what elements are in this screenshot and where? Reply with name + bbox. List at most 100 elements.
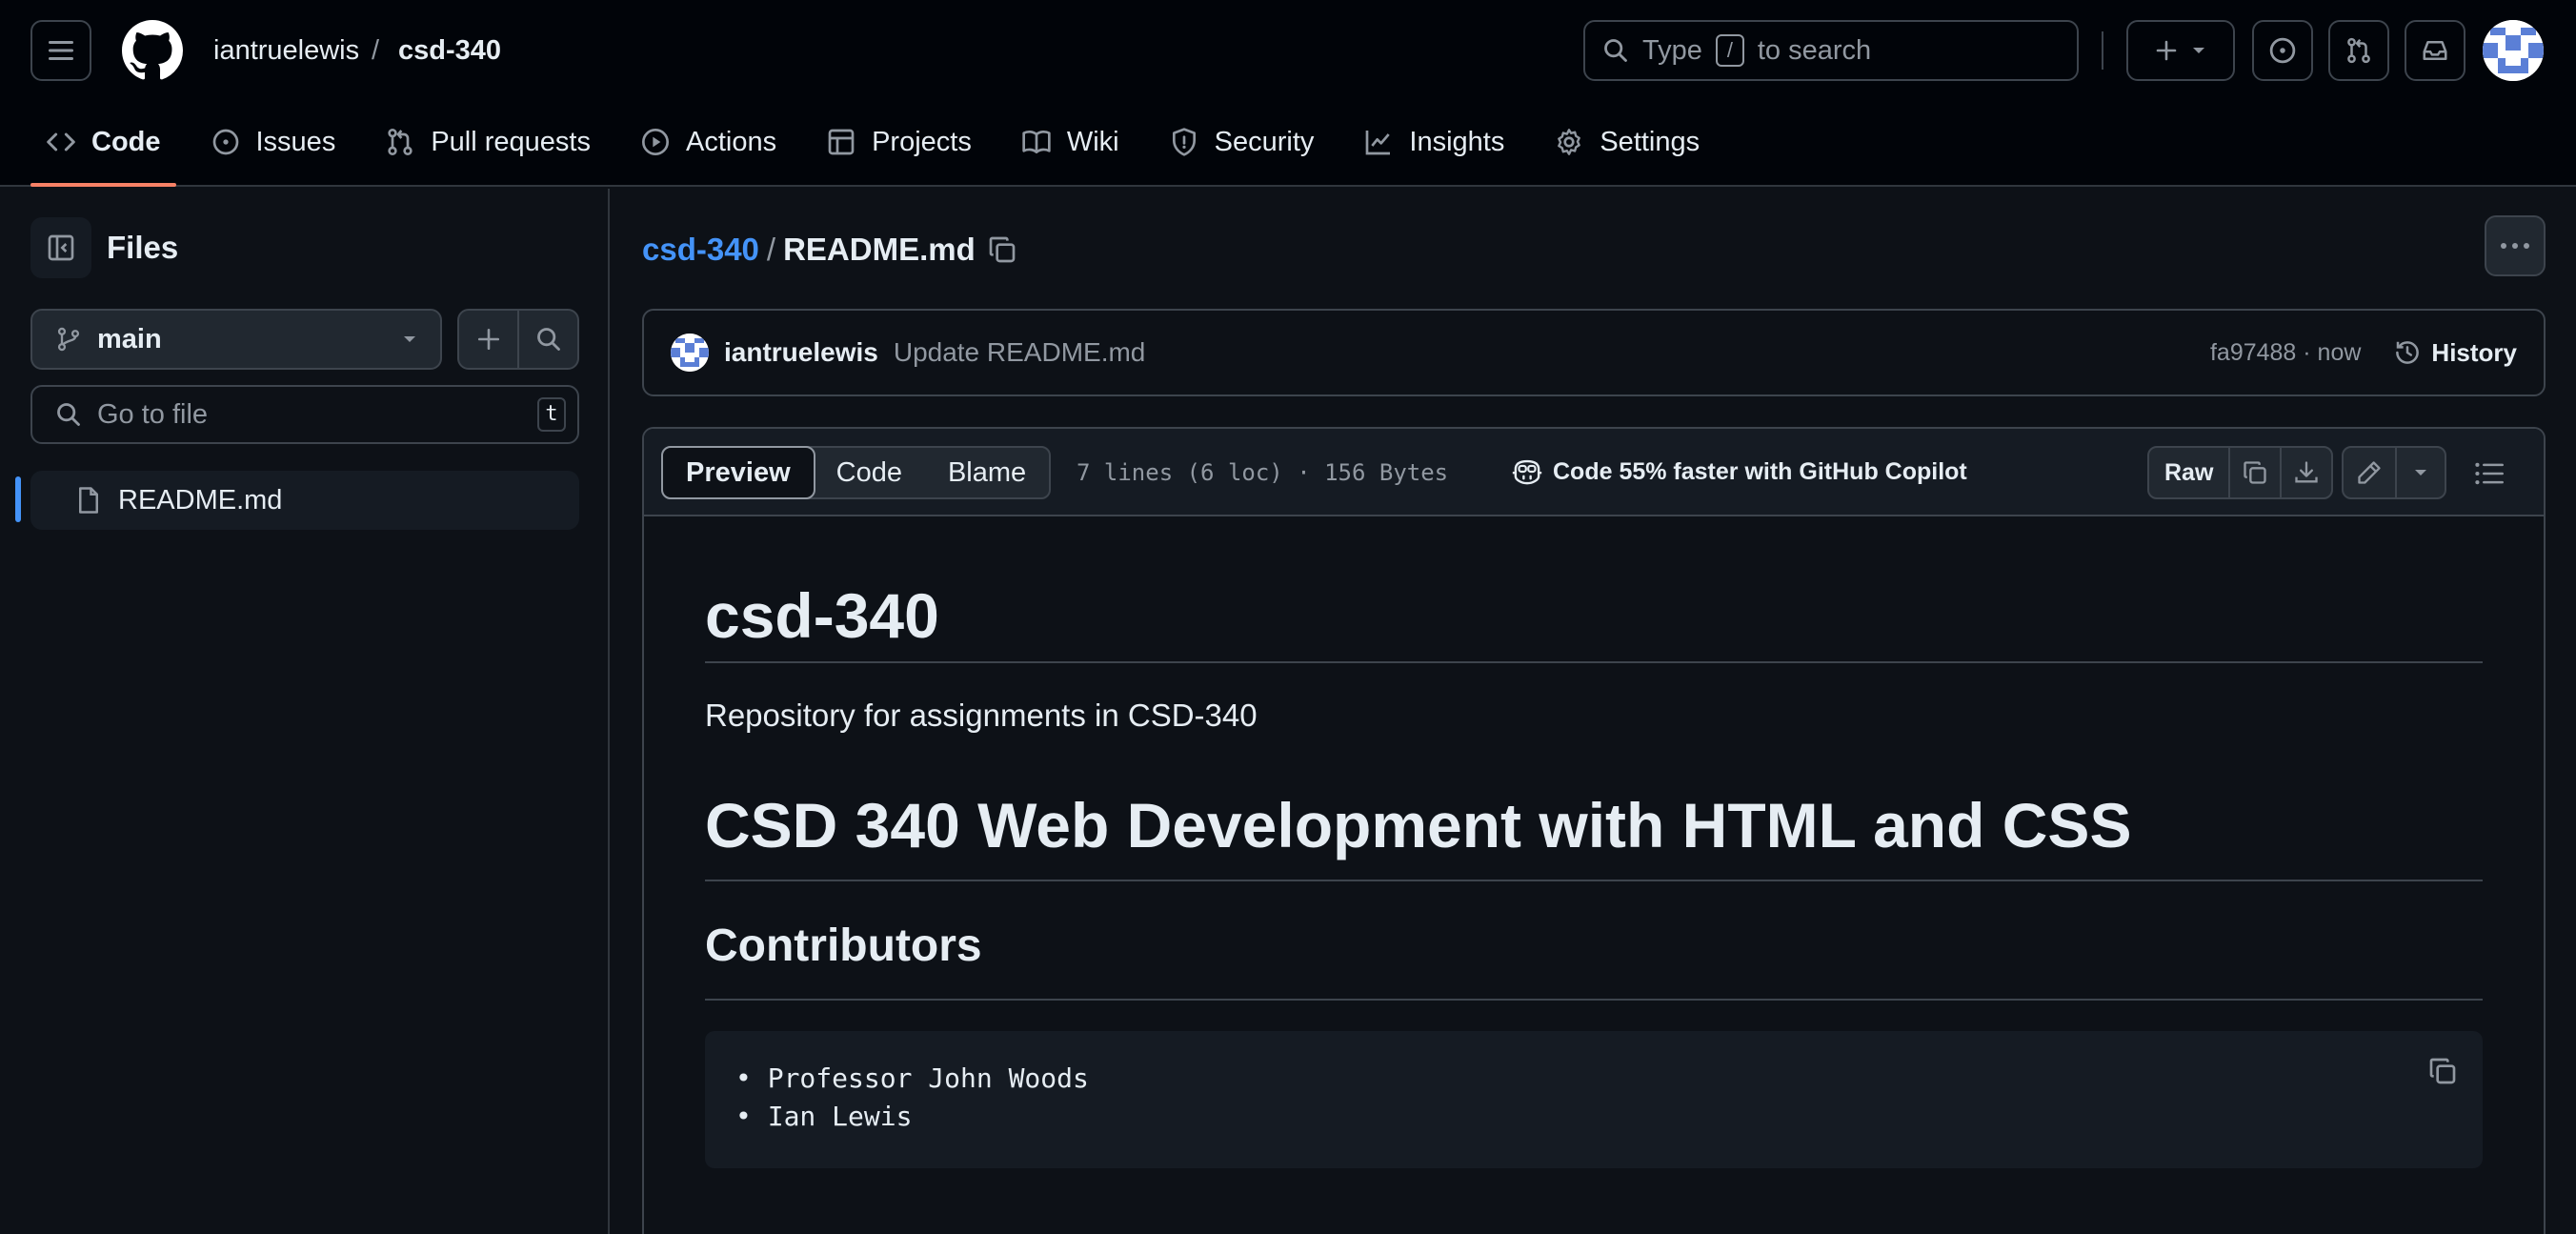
tab-blame[interactable]: Blame — [925, 448, 1049, 497]
breadcrumb-file-name: README.md — [783, 232, 976, 267]
file-tree-item[interactable]: README.md — [30, 471, 579, 530]
github-logo-icon[interactable] — [122, 20, 183, 81]
copy-icon — [2429, 1058, 2456, 1084]
copy-icon — [989, 236, 1016, 263]
search-icon — [1604, 39, 1627, 62]
heading-divider — [705, 999, 2483, 1001]
file-toolbar: Preview Code Blame 7 lines (6 loc) · 156… — [644, 429, 2544, 516]
plus-icon — [477, 328, 499, 351]
tab-projects-label: Projects — [872, 126, 972, 157]
collapse-sidebar-button[interactable] — [30, 217, 91, 278]
issue-icon — [212, 129, 238, 155]
tab-projects[interactable]: Projects — [811, 111, 987, 173]
tab-wiki[interactable]: Wiki — [1006, 111, 1135, 173]
history-button[interactable]: History — [2393, 338, 2517, 368]
files-title: Files — [107, 230, 179, 265]
search-suffix-text: to search — [1757, 34, 1872, 66]
tab-insights[interactable]: Insights — [1348, 111, 1519, 173]
raw-actions-group: Raw — [2147, 446, 2334, 499]
book-icon — [1022, 130, 1051, 153]
file-icon — [79, 487, 98, 514]
view-mode-switcher: Preview Code Blame — [661, 446, 1052, 499]
repo-link[interactable]: csd-340 — [398, 30, 501, 71]
tab-security[interactable]: Security — [1154, 111, 1330, 173]
inbox-icon — [2423, 41, 2447, 60]
caret-down-icon — [404, 336, 415, 342]
create-new-button[interactable] — [2126, 20, 2235, 81]
tab-issues[interactable]: Issues — [195, 111, 352, 173]
pull-requests-button[interactable] — [2328, 20, 2389, 81]
readme-heading: CSD 340 Web Development with HTML and CS… — [705, 790, 2132, 860]
tab-code[interactable]: Code — [30, 111, 176, 187]
code-line: • Professor John Woods — [735, 1062, 1089, 1094]
owner-link[interactable]: iantruelewis — [213, 30, 359, 71]
tab-settings-label: Settings — [1600, 126, 1701, 157]
tab-preview[interactable]: Preview — [661, 446, 815, 499]
menu-button[interactable] — [30, 20, 91, 81]
code-block: • Professor John Woods • Ian Lewis — [705, 1031, 2483, 1168]
search-icon — [536, 328, 560, 351]
tab-settings[interactable]: Settings — [1539, 111, 1715, 173]
header-divider — [2102, 31, 2103, 70]
search-input[interactable]: Type / to search — [1583, 20, 2079, 81]
go-to-file-input[interactable]: Go to file t — [30, 385, 579, 444]
raw-button[interactable]: Raw — [2149, 448, 2228, 497]
more-options-button[interactable] — [2485, 215, 2546, 276]
play-icon — [641, 129, 669, 155]
tab-actions[interactable]: Actions — [625, 111, 792, 173]
heading-divider — [705, 661, 2483, 663]
copilot-promo-text: Code 55% faster with GitHub Copilot — [1553, 458, 1967, 485]
commit-author-avatar[interactable] — [671, 334, 709, 372]
add-file-button[interactable] — [459, 311, 517, 368]
go-to-file-shortcut: t — [537, 397, 566, 432]
file-tree-item-label: README.md — [118, 484, 283, 516]
copy-path-button[interactable] — [987, 234, 1017, 265]
readme-description: Repository for assignments in CSD-340 — [705, 698, 1258, 733]
tab-insights-label: Insights — [1409, 126, 1505, 157]
copy-raw-button[interactable] — [2228, 448, 2280, 497]
copilot-promo-link[interactable]: Code 55% faster with GitHub Copilot — [1511, 455, 1967, 488]
commit-message-link[interactable]: Update README.md — [894, 337, 1146, 368]
edit-actions-group — [2342, 446, 2446, 499]
go-to-file-placeholder: Go to file — [97, 398, 209, 430]
download-raw-button[interactable] — [2280, 448, 2331, 497]
commit-hash-time[interactable]: fa97488 · now — [2210, 339, 2361, 367]
code-icon — [47, 132, 75, 152]
edit-options-dropdown[interactable] — [2395, 448, 2445, 497]
download-icon — [2295, 461, 2319, 483]
search-icon — [57, 403, 80, 426]
pull-request-icon — [388, 129, 413, 155]
heading-divider — [705, 880, 2483, 881]
shield-icon — [1172, 128, 1196, 156]
branch-icon — [57, 327, 80, 352]
user-avatar[interactable] — [2483, 20, 2544, 81]
table-icon — [828, 129, 855, 155]
hamburger-icon — [49, 41, 73, 60]
search-prefix-text: Type — [1642, 34, 1702, 66]
inbox-button[interactable] — [2405, 20, 2465, 81]
list-unordered-icon — [2475, 462, 2504, 485]
readme-title: csd-340 — [705, 580, 939, 651]
history-icon — [2396, 341, 2420, 364]
caret-down-icon — [2415, 470, 2426, 475]
outline-button[interactable] — [2467, 454, 2511, 494]
copy-icon — [2244, 461, 2267, 484]
search-files-button[interactable] — [517, 311, 577, 368]
breadcrumb: csd-340 / README.md — [642, 229, 1017, 271]
plus-icon — [2156, 40, 2177, 61]
repo-nav: Code Issues Pull requests Actions Projec… — [30, 111, 1734, 187]
copilot-icon — [1512, 459, 1542, 485]
readme-subheading: Contributors — [705, 920, 982, 971]
branch-selector[interactable]: main — [30, 309, 442, 370]
breadcrumb-repo-link[interactable]: csd-340 — [642, 229, 759, 271]
branch-name: main — [97, 323, 162, 354]
issues-button[interactable] — [2252, 20, 2313, 81]
tab-code-view[interactable]: Code — [814, 448, 925, 497]
file-tree-sidebar: Files main Go to file t README.md — [0, 189, 610, 1234]
tab-pull-requests[interactable]: Pull requests — [370, 111, 606, 173]
graph-icon — [1366, 131, 1391, 155]
commit-author-link[interactable]: iantruelewis — [724, 337, 878, 368]
caret-down-icon — [2193, 48, 2204, 53]
edit-file-button[interactable] — [2344, 448, 2395, 497]
copy-code-button[interactable] — [2427, 1056, 2458, 1086]
